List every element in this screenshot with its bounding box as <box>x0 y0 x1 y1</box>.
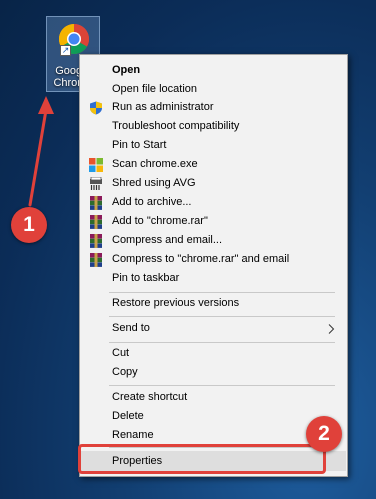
step-badge-2: 2 <box>306 416 342 452</box>
step-badge-1: 1 <box>11 207 47 243</box>
properties-highlight-box <box>78 444 326 474</box>
